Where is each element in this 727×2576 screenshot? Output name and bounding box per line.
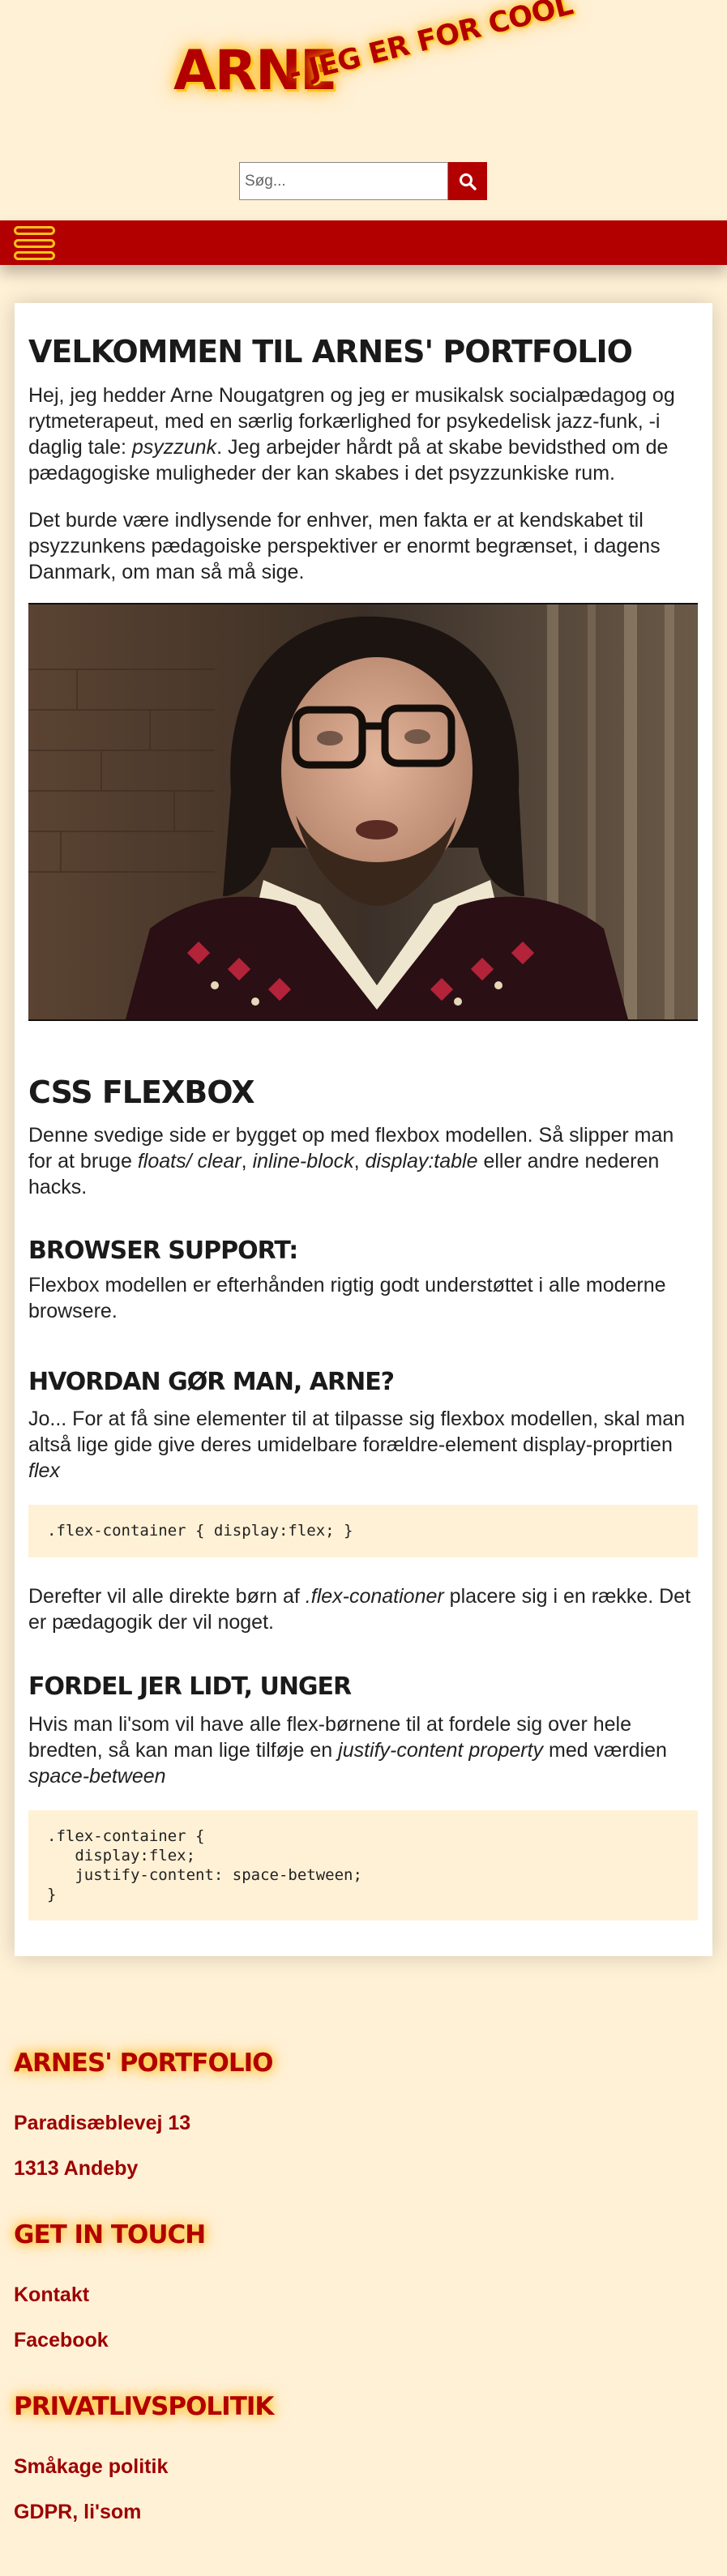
distribute-em-property: justify-content property bbox=[338, 1739, 544, 1762]
search-form bbox=[239, 162, 487, 200]
flexbox-heading: CSS FLEXBOX bbox=[28, 1074, 254, 1110]
intro-emphasis: psyzzunk bbox=[131, 436, 217, 459]
flexbox-em-floats: floats/ clear bbox=[137, 1150, 242, 1173]
flexbox-em-display-table: display:table bbox=[365, 1150, 478, 1173]
footer-link-cookie-policy[interactable]: Småkage politik bbox=[14, 2455, 168, 2479]
code-line: .flex-container { display:flex; } bbox=[47, 1522, 353, 1540]
howto-paragraph: Jo... For at få sine elementer til at ti… bbox=[28, 1406, 697, 1484]
code-line: display:flex; bbox=[47, 1847, 196, 1865]
hamburger-line bbox=[14, 238, 55, 248]
howto-heading: HVORDAN GØR MAN, ARNE? bbox=[28, 1368, 395, 1396]
code-line: } bbox=[47, 1886, 57, 1903]
site-footer: ARNES' PORTFOLIO Paradisæblevej 13 1313 … bbox=[0, 1997, 727, 2576]
portrait-photo bbox=[28, 603, 698, 1021]
howto-emphasis: flex bbox=[28, 1459, 60, 1482]
code-block-justify-content: .flex-container { display:flex; justify-… bbox=[28, 1810, 698, 1920]
browser-support-heading: BROWSER SUPPORT: bbox=[28, 1237, 298, 1265]
hamburger-line bbox=[14, 251, 55, 260]
hamburger-line bbox=[14, 226, 55, 235]
nav-bar bbox=[0, 220, 727, 265]
distribute-text-b: med værdien bbox=[543, 1739, 667, 1762]
distribute-paragraph: Hvis man li'som vil have alle flex-børne… bbox=[28, 1711, 697, 1789]
main-content-card: VELKOMMEN TIL ARNES' PORTFOLIO Hej, jeg … bbox=[15, 303, 712, 1956]
howto-text-a: Jo... For at få sine elementer til at ti… bbox=[28, 1408, 686, 1456]
code-block-display-flex: .flex-container { display:flex; } bbox=[28, 1505, 698, 1557]
footer-link-facebook[interactable]: Facebook bbox=[14, 2329, 109, 2352]
code-line: .flex-container { bbox=[47, 1827, 205, 1845]
hamburger-menu-icon[interactable] bbox=[14, 226, 55, 260]
distribute-em-value: space-between bbox=[28, 1765, 166, 1788]
flexbox-sep-2: , bbox=[353, 1150, 366, 1173]
search-icon bbox=[460, 173, 477, 190]
footer-link-gdpr[interactable]: GDPR, li'som bbox=[14, 2501, 141, 2524]
search-input[interactable] bbox=[239, 162, 448, 200]
browser-support-paragraph: Flexbox modellen er efterhånden rigtig g… bbox=[28, 1274, 666, 1322]
site-header: ARNE - JEG ER FOR COOL bbox=[0, 0, 727, 220]
flexbox-sep-1: , bbox=[241, 1150, 253, 1173]
footer-link-kontakt[interactable]: Kontakt bbox=[14, 2283, 89, 2307]
page-title: VELKOMMEN TIL ARNES' PORTFOLIO bbox=[28, 334, 633, 370]
after-text-a: Derefter vil alle direkte børn af bbox=[28, 1585, 306, 1608]
intro-paragraph-1: Hej, jeg hedder Arne Nougatgren og jeg e… bbox=[28, 382, 697, 486]
intro-paragraph-2: Det burde være indlysende for enhver, me… bbox=[28, 509, 661, 583]
footer-portfolio-heading: ARNES' PORTFOLIO bbox=[14, 2048, 273, 2078]
after-paragraph: Derefter vil alle direkte børn af .flex-… bbox=[28, 1583, 697, 1635]
flexbox-paragraph: Denne svedige side er bygget op med flex… bbox=[28, 1122, 697, 1200]
footer-address-city: 1313 Andeby bbox=[14, 2157, 139, 2180]
footer-contact-heading: GET IN TOUCH bbox=[14, 2220, 206, 2249]
flexbox-em-inline-block: inline-block bbox=[252, 1150, 354, 1173]
code-line: justify-content: space-between; bbox=[47, 1866, 362, 1884]
footer-privacy-heading: PRIVATLIVSPOLITIK bbox=[14, 2392, 274, 2421]
after-emphasis: .flex-conationer bbox=[305, 1585, 444, 1608]
footer-address-street: Paradisæblevej 13 bbox=[14, 2112, 191, 2134]
search-button[interactable] bbox=[448, 162, 487, 200]
distribute-heading: FORDEL JER LIDT, UNGER bbox=[28, 1672, 352, 1701]
